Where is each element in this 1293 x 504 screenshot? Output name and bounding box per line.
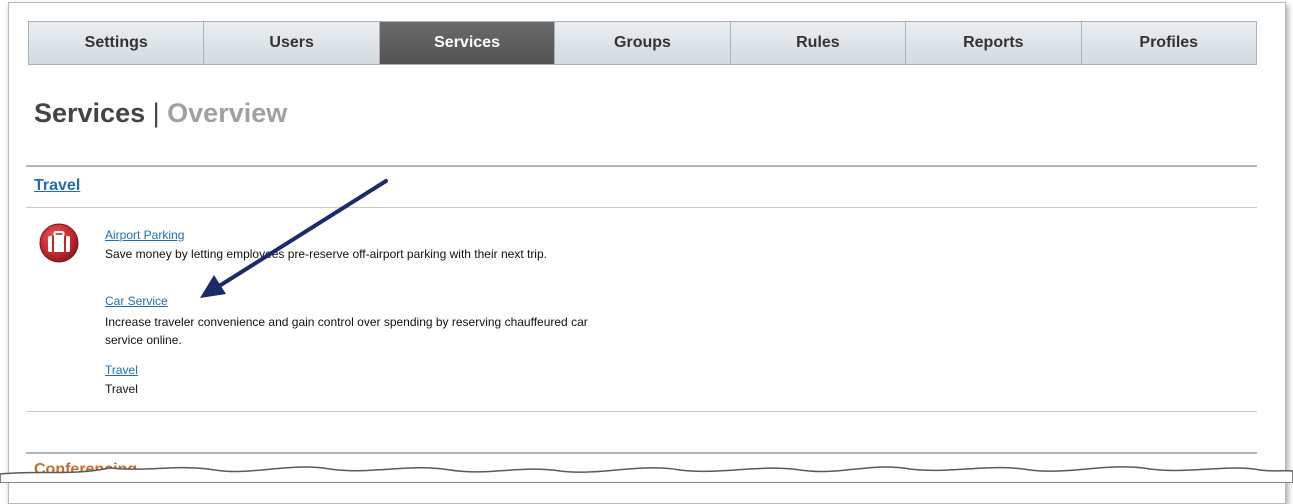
section-divider xyxy=(26,411,1257,412)
service-description: Increase traveler convenience and gain c… xyxy=(105,315,588,347)
section-divider xyxy=(26,452,1257,454)
section-link-conferencing[interactable]: Conferencing xyxy=(34,461,137,479)
service-link-car-service[interactable]: Car Service xyxy=(105,294,168,308)
tab-reports[interactable]: Reports xyxy=(906,22,1082,64)
page-subtitle: Overview xyxy=(167,98,288,128)
tab-profiles[interactable]: Profiles xyxy=(1081,22,1256,64)
service-link-travel[interactable]: Travel xyxy=(105,363,138,377)
tab-settings[interactable]: Settings xyxy=(29,22,205,64)
title-separator: | xyxy=(152,98,160,128)
tab-services[interactable]: Services xyxy=(379,22,556,64)
service-description: Save money by letting employees pre-rese… xyxy=(105,247,547,261)
section-divider xyxy=(26,165,1257,167)
section-link-travel[interactable]: Travel xyxy=(34,177,80,195)
luggage-icon xyxy=(39,223,79,263)
tab-users[interactable]: Users xyxy=(204,22,380,64)
page-title: Services | Overview xyxy=(34,98,287,129)
tab-groups[interactable]: Groups xyxy=(555,22,731,64)
service-link-airport-parking[interactable]: Airport Parking xyxy=(105,228,184,242)
page-title-main: Services xyxy=(34,98,146,128)
section-divider xyxy=(26,207,1257,208)
main-nav-tabs: Settings Users Services Groups Rules Rep… xyxy=(28,21,1257,65)
tab-rules[interactable]: Rules xyxy=(730,22,907,64)
service-description: Travel xyxy=(105,382,138,396)
